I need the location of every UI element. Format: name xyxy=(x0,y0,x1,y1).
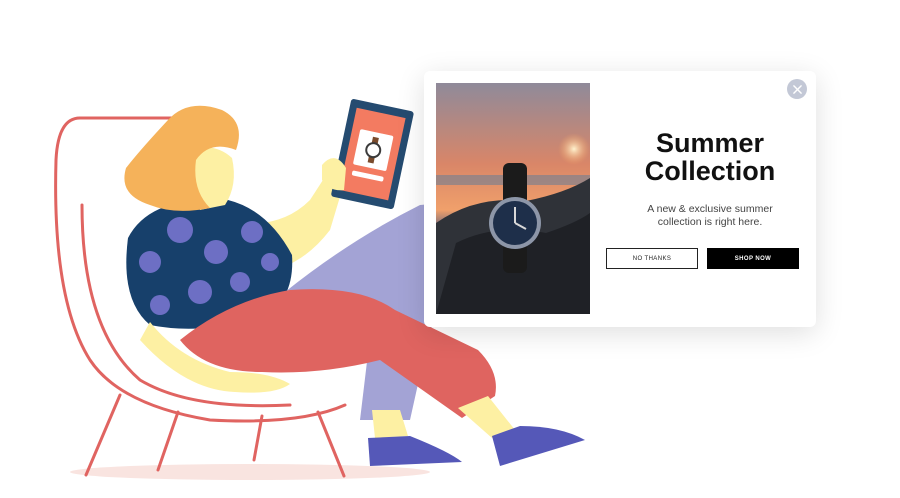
popup-title: Summer Collection xyxy=(606,129,814,185)
close-icon xyxy=(792,84,802,94)
popup-subtitle-line1: A new & exclusive summer xyxy=(647,203,773,215)
popup-title-line2: Collection xyxy=(644,156,776,186)
shop-now-button[interactable]: SHOP NOW xyxy=(707,248,799,269)
no-thanks-button[interactable]: NO THANKS xyxy=(606,248,698,269)
shoe-back xyxy=(368,436,462,466)
promo-popup: Summer Collection A new & exclusive summ… xyxy=(424,71,816,327)
popup-subtitle: A new & exclusive summer collection is r… xyxy=(606,203,814,229)
close-button[interactable] xyxy=(787,79,807,99)
product-photo-watch-sunset xyxy=(436,83,590,314)
popup-title-line1: Summer xyxy=(655,128,765,158)
shoe-front xyxy=(492,426,585,466)
floor-shadow xyxy=(70,464,430,480)
popup-subtitle-line2: collection is right here. xyxy=(657,216,763,228)
tablet xyxy=(331,99,414,210)
